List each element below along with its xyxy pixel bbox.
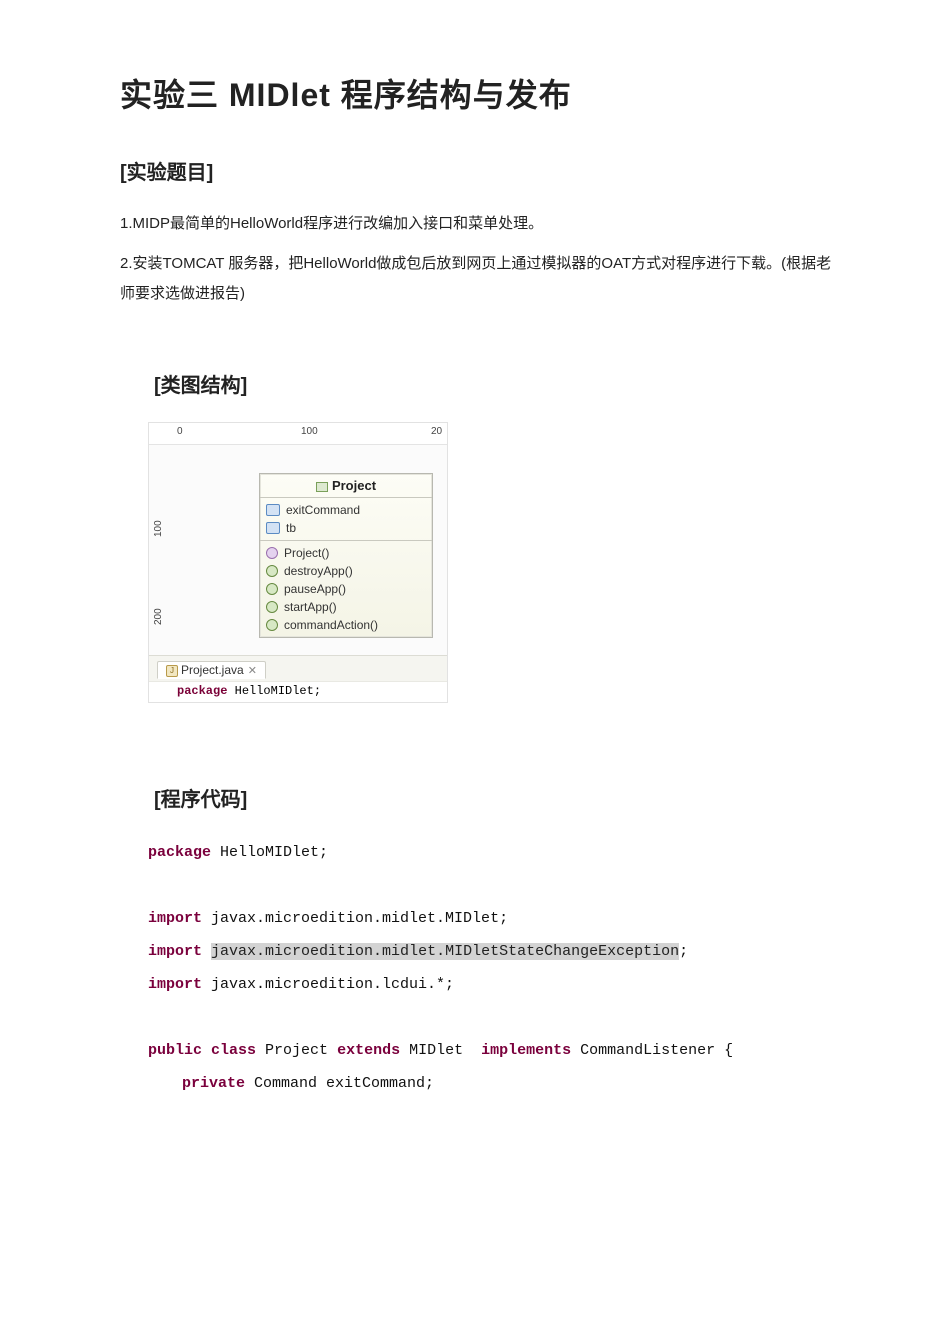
topic-1: 1.MIDP最简单的HelloWorld程序进行改编加入接口和菜单处理。 [120, 209, 835, 239]
uml-class-title: Project [260, 474, 432, 498]
kw-import: import [148, 910, 202, 927]
ruler-tick: 100 [153, 520, 164, 537]
code-text: javax.microedition.midlet.MIDlet; [202, 910, 508, 927]
ruler-tick: 20 [431, 426, 442, 437]
method-icon [266, 583, 278, 595]
code-text: Command exitCommand; [245, 1075, 434, 1092]
uml-method: pauseApp() [266, 580, 426, 598]
topic-2: 2.安装TOMCAT 服务器，把HelloWorld做成包后放到网页上通过模拟器… [120, 249, 835, 309]
uml-field-label: tb [286, 519, 296, 537]
editor-preview-line: package HelloMIDlet; [149, 681, 447, 702]
uml-field: exitCommand [266, 501, 426, 519]
uml-method: Project() [266, 544, 426, 562]
ruler-tick: 0 [177, 426, 183, 437]
close-icon[interactable]: ✕ [248, 665, 257, 677]
uml-method-label: startApp() [284, 598, 337, 616]
constructor-icon [266, 547, 278, 559]
method-icon [266, 565, 278, 577]
kw-extends: extends [337, 1042, 400, 1059]
uml-method-label: destroyApp() [284, 562, 353, 580]
kw-implements: implements [481, 1042, 571, 1059]
uml-canvas: Project exitCommand tb Project() destroy… [149, 445, 447, 655]
uml-method-label: Project() [284, 544, 329, 562]
uml-method: startApp() [266, 598, 426, 616]
field-icon [266, 522, 280, 534]
field-icon [266, 504, 280, 516]
kw-import: import [148, 943, 202, 960]
java-file-icon: J [166, 665, 178, 677]
editor-tab-label: Project.java [181, 663, 244, 677]
implements-name: CommandListener { [571, 1042, 733, 1059]
class-icon [316, 482, 328, 492]
kw-public: public [148, 1042, 202, 1059]
code-text: ; [679, 943, 688, 960]
pkg: HelloMIDlet; [227, 684, 321, 698]
code-text: HelloMIDlet; [211, 844, 328, 861]
heading-class-diagram: [类图结构] [154, 369, 835, 398]
extends-name: MIDlet [400, 1042, 481, 1059]
uml-fields: exitCommand tb [260, 498, 432, 541]
editor-tab[interactable]: JProject.java ✕ [157, 661, 266, 679]
kw-class: class [211, 1042, 256, 1059]
doc-title: 实验三 MIDlet 程序结构与发布 [120, 70, 835, 116]
ruler-tick: 100 [301, 426, 318, 437]
kw-package: package [148, 844, 211, 861]
method-icon [266, 601, 278, 613]
kw: package [177, 684, 227, 698]
kw-import: import [148, 976, 202, 993]
uml-class-box: Project exitCommand tb Project() destroy… [259, 473, 433, 638]
highlighted-text: javax.microedition.midlet.MIDletStateCha… [211, 943, 679, 960]
uml-method-label: pauseApp() [284, 580, 346, 598]
uml-methods: Project() destroyApp() pauseApp() startA… [260, 541, 432, 637]
ruler-top: 0 100 20 [149, 423, 447, 445]
heading-topics: [实验题目] [120, 156, 835, 185]
uml-method-label: commandAction() [284, 616, 378, 634]
uml-method: destroyApp() [266, 562, 426, 580]
method-icon [266, 619, 278, 631]
ruler-tick: 200 [153, 608, 164, 625]
uml-diagram-screenshot: 0 100 20 100 200 Project exitCommand tb … [148, 422, 448, 703]
ruler-left: 100 200 [151, 445, 171, 652]
uml-class-name: Project [332, 478, 376, 493]
editor-tab-bar: JProject.java ✕ [149, 655, 447, 681]
heading-code: [程序代码] [154, 783, 835, 812]
uml-field-label: exitCommand [286, 501, 360, 519]
uml-method: commandAction() [266, 616, 426, 634]
kw-private: private [182, 1075, 245, 1092]
code-text: javax.microedition.lcdui.*; [202, 976, 454, 993]
class-name: Project [256, 1042, 337, 1059]
uml-field: tb [266, 519, 426, 537]
code-block: package HelloMIDlet; import javax.microe… [148, 836, 835, 1100]
